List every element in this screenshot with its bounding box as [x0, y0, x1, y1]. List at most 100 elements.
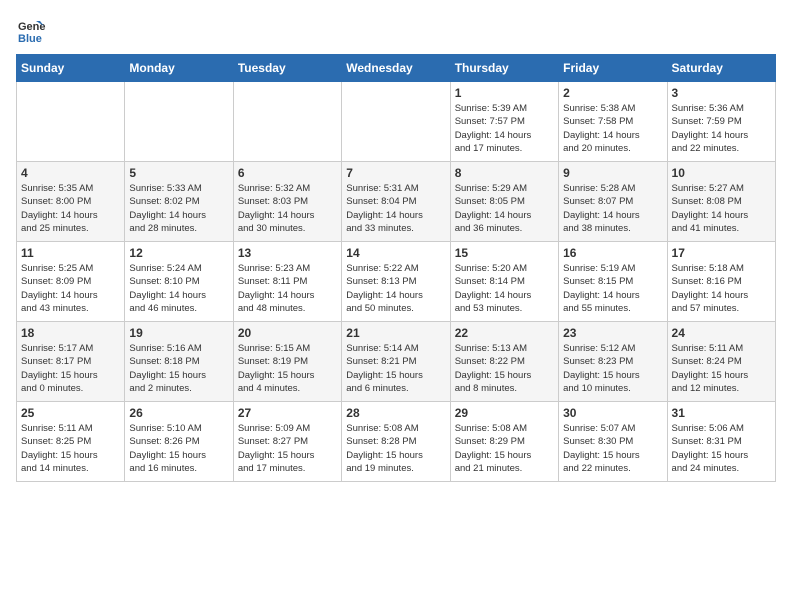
- day-number: 4: [21, 166, 120, 180]
- day-number: 22: [455, 326, 554, 340]
- week-row-4: 18 Sunrise: 5:17 AM Sunset: 8:17 PM Dayli…: [17, 322, 776, 402]
- day-number: 28: [346, 406, 445, 420]
- day-info: Sunrise: 5:27 AM Sunset: 8:08 PM Dayligh…: [672, 182, 771, 235]
- day-info: Sunrise: 5:25 AM Sunset: 8:09 PM Dayligh…: [21, 262, 120, 315]
- day-number: 29: [455, 406, 554, 420]
- day-number: 10: [672, 166, 771, 180]
- calendar-cell: 31 Sunrise: 5:06 AM Sunset: 8:31 PM Dayli…: [667, 402, 775, 482]
- svg-text:General: General: [18, 21, 46, 33]
- day-info: Sunrise: 5:35 AM Sunset: 8:00 PM Dayligh…: [21, 182, 120, 235]
- day-number: 7: [346, 166, 445, 180]
- day-number: 19: [129, 326, 228, 340]
- day-info: Sunrise: 5:11 AM Sunset: 8:24 PM Dayligh…: [672, 342, 771, 395]
- week-row-1: 1 Sunrise: 5:39 AM Sunset: 7:57 PM Daylig…: [17, 82, 776, 162]
- calendar-cell: 30 Sunrise: 5:07 AM Sunset: 8:30 PM Dayli…: [559, 402, 667, 482]
- day-number: 27: [238, 406, 337, 420]
- calendar-cell: 21 Sunrise: 5:14 AM Sunset: 8:21 PM Dayli…: [342, 322, 450, 402]
- header-row: SundayMondayTuesdayWednesdayThursdayFrid…: [17, 55, 776, 82]
- day-number: 9: [563, 166, 662, 180]
- calendar-cell: 27 Sunrise: 5:09 AM Sunset: 8:27 PM Dayli…: [233, 402, 341, 482]
- week-row-2: 4 Sunrise: 5:35 AM Sunset: 8:00 PM Daylig…: [17, 162, 776, 242]
- day-number: 30: [563, 406, 662, 420]
- calendar-cell: [233, 82, 341, 162]
- day-info: Sunrise: 5:24 AM Sunset: 8:10 PM Dayligh…: [129, 262, 228, 315]
- day-info: Sunrise: 5:11 AM Sunset: 8:25 PM Dayligh…: [21, 422, 120, 475]
- day-info: Sunrise: 5:08 AM Sunset: 8:29 PM Dayligh…: [455, 422, 554, 475]
- day-info: Sunrise: 5:19 AM Sunset: 8:15 PM Dayligh…: [563, 262, 662, 315]
- calendar-cell: 6 Sunrise: 5:32 AM Sunset: 8:03 PM Daylig…: [233, 162, 341, 242]
- day-number: 3: [672, 86, 771, 100]
- day-info: Sunrise: 5:28 AM Sunset: 8:07 PM Dayligh…: [563, 182, 662, 235]
- day-number: 24: [672, 326, 771, 340]
- calendar-cell: 14 Sunrise: 5:22 AM Sunset: 8:13 PM Dayli…: [342, 242, 450, 322]
- logo-icon: General Blue: [16, 16, 46, 46]
- calendar-cell: 17Sunrise: 5:18 AM Sunset: 8:16 PM Dayli…: [667, 242, 775, 322]
- day-header-monday: Monday: [125, 55, 233, 82]
- week-row-5: 25 Sunrise: 5:11 AM Sunset: 8:25 PM Dayli…: [17, 402, 776, 482]
- day-number: 25: [21, 406, 120, 420]
- calendar-cell: 22 Sunrise: 5:13 AM Sunset: 8:22 PM Dayli…: [450, 322, 558, 402]
- day-number: 14: [346, 246, 445, 260]
- day-header-tuesday: Tuesday: [233, 55, 341, 82]
- day-info: Sunrise: 5:14 AM Sunset: 8:21 PM Dayligh…: [346, 342, 445, 395]
- calendar-cell: [125, 82, 233, 162]
- day-info: Sunrise: 5:36 AM Sunset: 7:59 PM Dayligh…: [672, 102, 771, 155]
- calendar-cell: 15Sunrise: 5:20 AM Sunset: 8:14 PM Dayli…: [450, 242, 558, 322]
- calendar-cell: [342, 82, 450, 162]
- day-info: Sunrise: 5:32 AM Sunset: 8:03 PM Dayligh…: [238, 182, 337, 235]
- calendar-cell: 19 Sunrise: 5:16 AM Sunset: 8:18 PM Dayli…: [125, 322, 233, 402]
- day-info: Sunrise: 5:06 AM Sunset: 8:31 PM Dayligh…: [672, 422, 771, 475]
- day-number: 6: [238, 166, 337, 180]
- calendar-cell: 18 Sunrise: 5:17 AM Sunset: 8:17 PM Dayli…: [17, 322, 125, 402]
- day-info: Sunrise: 5:13 AM Sunset: 8:22 PM Dayligh…: [455, 342, 554, 395]
- day-number: 21: [346, 326, 445, 340]
- calendar-cell: 26Sunrise: 5:10 AM Sunset: 8:26 PM Dayli…: [125, 402, 233, 482]
- day-number: 2: [563, 86, 662, 100]
- calendar-cell: 2 Sunrise: 5:38 AM Sunset: 7:58 PM Daylig…: [559, 82, 667, 162]
- day-number: 1: [455, 86, 554, 100]
- day-info: Sunrise: 5:22 AM Sunset: 8:13 PM Dayligh…: [346, 262, 445, 315]
- day-info: Sunrise: 5:16 AM Sunset: 8:18 PM Dayligh…: [129, 342, 228, 395]
- calendar-cell: 4 Sunrise: 5:35 AM Sunset: 8:00 PM Daylig…: [17, 162, 125, 242]
- day-info: Sunrise: 5:20 AM Sunset: 8:14 PM Dayligh…: [455, 262, 554, 315]
- page-header: General Blue: [16, 16, 776, 46]
- day-info: Sunrise: 5:31 AM Sunset: 8:04 PM Dayligh…: [346, 182, 445, 235]
- day-header-wednesday: Wednesday: [342, 55, 450, 82]
- calendar-cell: 8Sunrise: 5:29 AM Sunset: 8:05 PM Daylig…: [450, 162, 558, 242]
- day-info: Sunrise: 5:17 AM Sunset: 8:17 PM Dayligh…: [21, 342, 120, 395]
- day-info: Sunrise: 5:15 AM Sunset: 8:19 PM Dayligh…: [238, 342, 337, 395]
- day-number: 13: [238, 246, 337, 260]
- day-header-saturday: Saturday: [667, 55, 775, 82]
- day-info: Sunrise: 5:09 AM Sunset: 8:27 PM Dayligh…: [238, 422, 337, 475]
- calendar-cell: 20 Sunrise: 5:15 AM Sunset: 8:19 PM Dayli…: [233, 322, 341, 402]
- day-info: Sunrise: 5:38 AM Sunset: 7:58 PM Dayligh…: [563, 102, 662, 155]
- calendar-cell: 13Sunrise: 5:23 AM Sunset: 8:11 PM Dayli…: [233, 242, 341, 322]
- day-header-friday: Friday: [559, 55, 667, 82]
- calendar-cell: 5 Sunrise: 5:33 AM Sunset: 8:02 PM Daylig…: [125, 162, 233, 242]
- day-header-sunday: Sunday: [17, 55, 125, 82]
- day-info: Sunrise: 5:33 AM Sunset: 8:02 PM Dayligh…: [129, 182, 228, 235]
- calendar-cell: 1 Sunrise: 5:39 AM Sunset: 7:57 PM Daylig…: [450, 82, 558, 162]
- day-number: 16: [563, 246, 662, 260]
- day-number: 12: [129, 246, 228, 260]
- day-info: Sunrise: 5:39 AM Sunset: 7:57 PM Dayligh…: [455, 102, 554, 155]
- logo: General Blue: [16, 16, 50, 46]
- day-number: 20: [238, 326, 337, 340]
- calendar-cell: 9 Sunrise: 5:28 AM Sunset: 8:07 PM Daylig…: [559, 162, 667, 242]
- calendar-cell: 16 Sunrise: 5:19 AM Sunset: 8:15 PM Dayli…: [559, 242, 667, 322]
- calendar-table: SundayMondayTuesdayWednesdayThursdayFrid…: [16, 54, 776, 482]
- day-number: 18: [21, 326, 120, 340]
- day-info: Sunrise: 5:07 AM Sunset: 8:30 PM Dayligh…: [563, 422, 662, 475]
- day-header-thursday: Thursday: [450, 55, 558, 82]
- day-info: Sunrise: 5:29 AM Sunset: 8:05 PM Dayligh…: [455, 182, 554, 235]
- calendar-cell: [17, 82, 125, 162]
- calendar-cell: 29 Sunrise: 5:08 AM Sunset: 8:29 PM Dayli…: [450, 402, 558, 482]
- day-info: Sunrise: 5:08 AM Sunset: 8:28 PM Dayligh…: [346, 422, 445, 475]
- calendar-cell: 12 Sunrise: 5:24 AM Sunset: 8:10 PM Dayli…: [125, 242, 233, 322]
- day-info: Sunrise: 5:12 AM Sunset: 8:23 PM Dayligh…: [563, 342, 662, 395]
- day-number: 17: [672, 246, 771, 260]
- day-number: 31: [672, 406, 771, 420]
- day-number: 23: [563, 326, 662, 340]
- calendar-cell: 3 Sunrise: 5:36 AM Sunset: 7:59 PM Daylig…: [667, 82, 775, 162]
- day-number: 5: [129, 166, 228, 180]
